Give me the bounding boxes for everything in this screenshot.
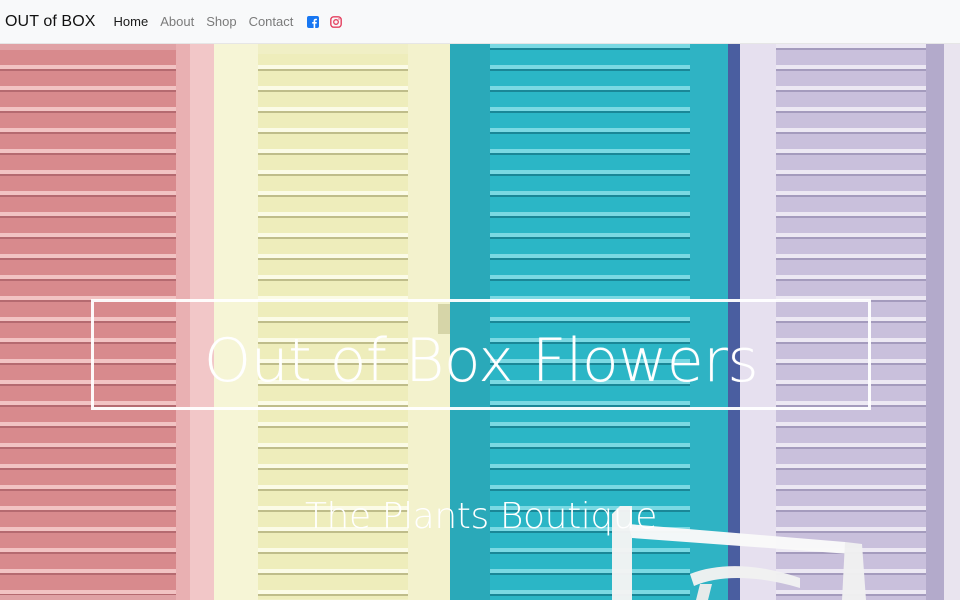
facebook-icon[interactable] xyxy=(307,15,320,28)
nav-link-about[interactable]: About xyxy=(160,14,194,29)
nav-link-shop[interactable]: Shop xyxy=(206,14,236,29)
hero-banner: Out of Box Flowers The Plants Boutique xyxy=(0,44,960,600)
nav-links: Home About Shop Contact xyxy=(114,14,306,29)
hero-title: Out of Box Flowers xyxy=(203,326,759,396)
hero-subtitle: The Plants Boutique xyxy=(304,496,658,537)
nav-link-contact[interactable]: Contact xyxy=(249,14,294,29)
social-links xyxy=(307,15,353,28)
instagram-icon[interactable] xyxy=(330,15,343,28)
brand-logo-link[interactable]: OUT of BOX xyxy=(5,13,96,31)
nav-link-home[interactable]: Home xyxy=(114,14,149,29)
navbar: OUT of BOX Home About Shop Contact xyxy=(0,0,960,44)
